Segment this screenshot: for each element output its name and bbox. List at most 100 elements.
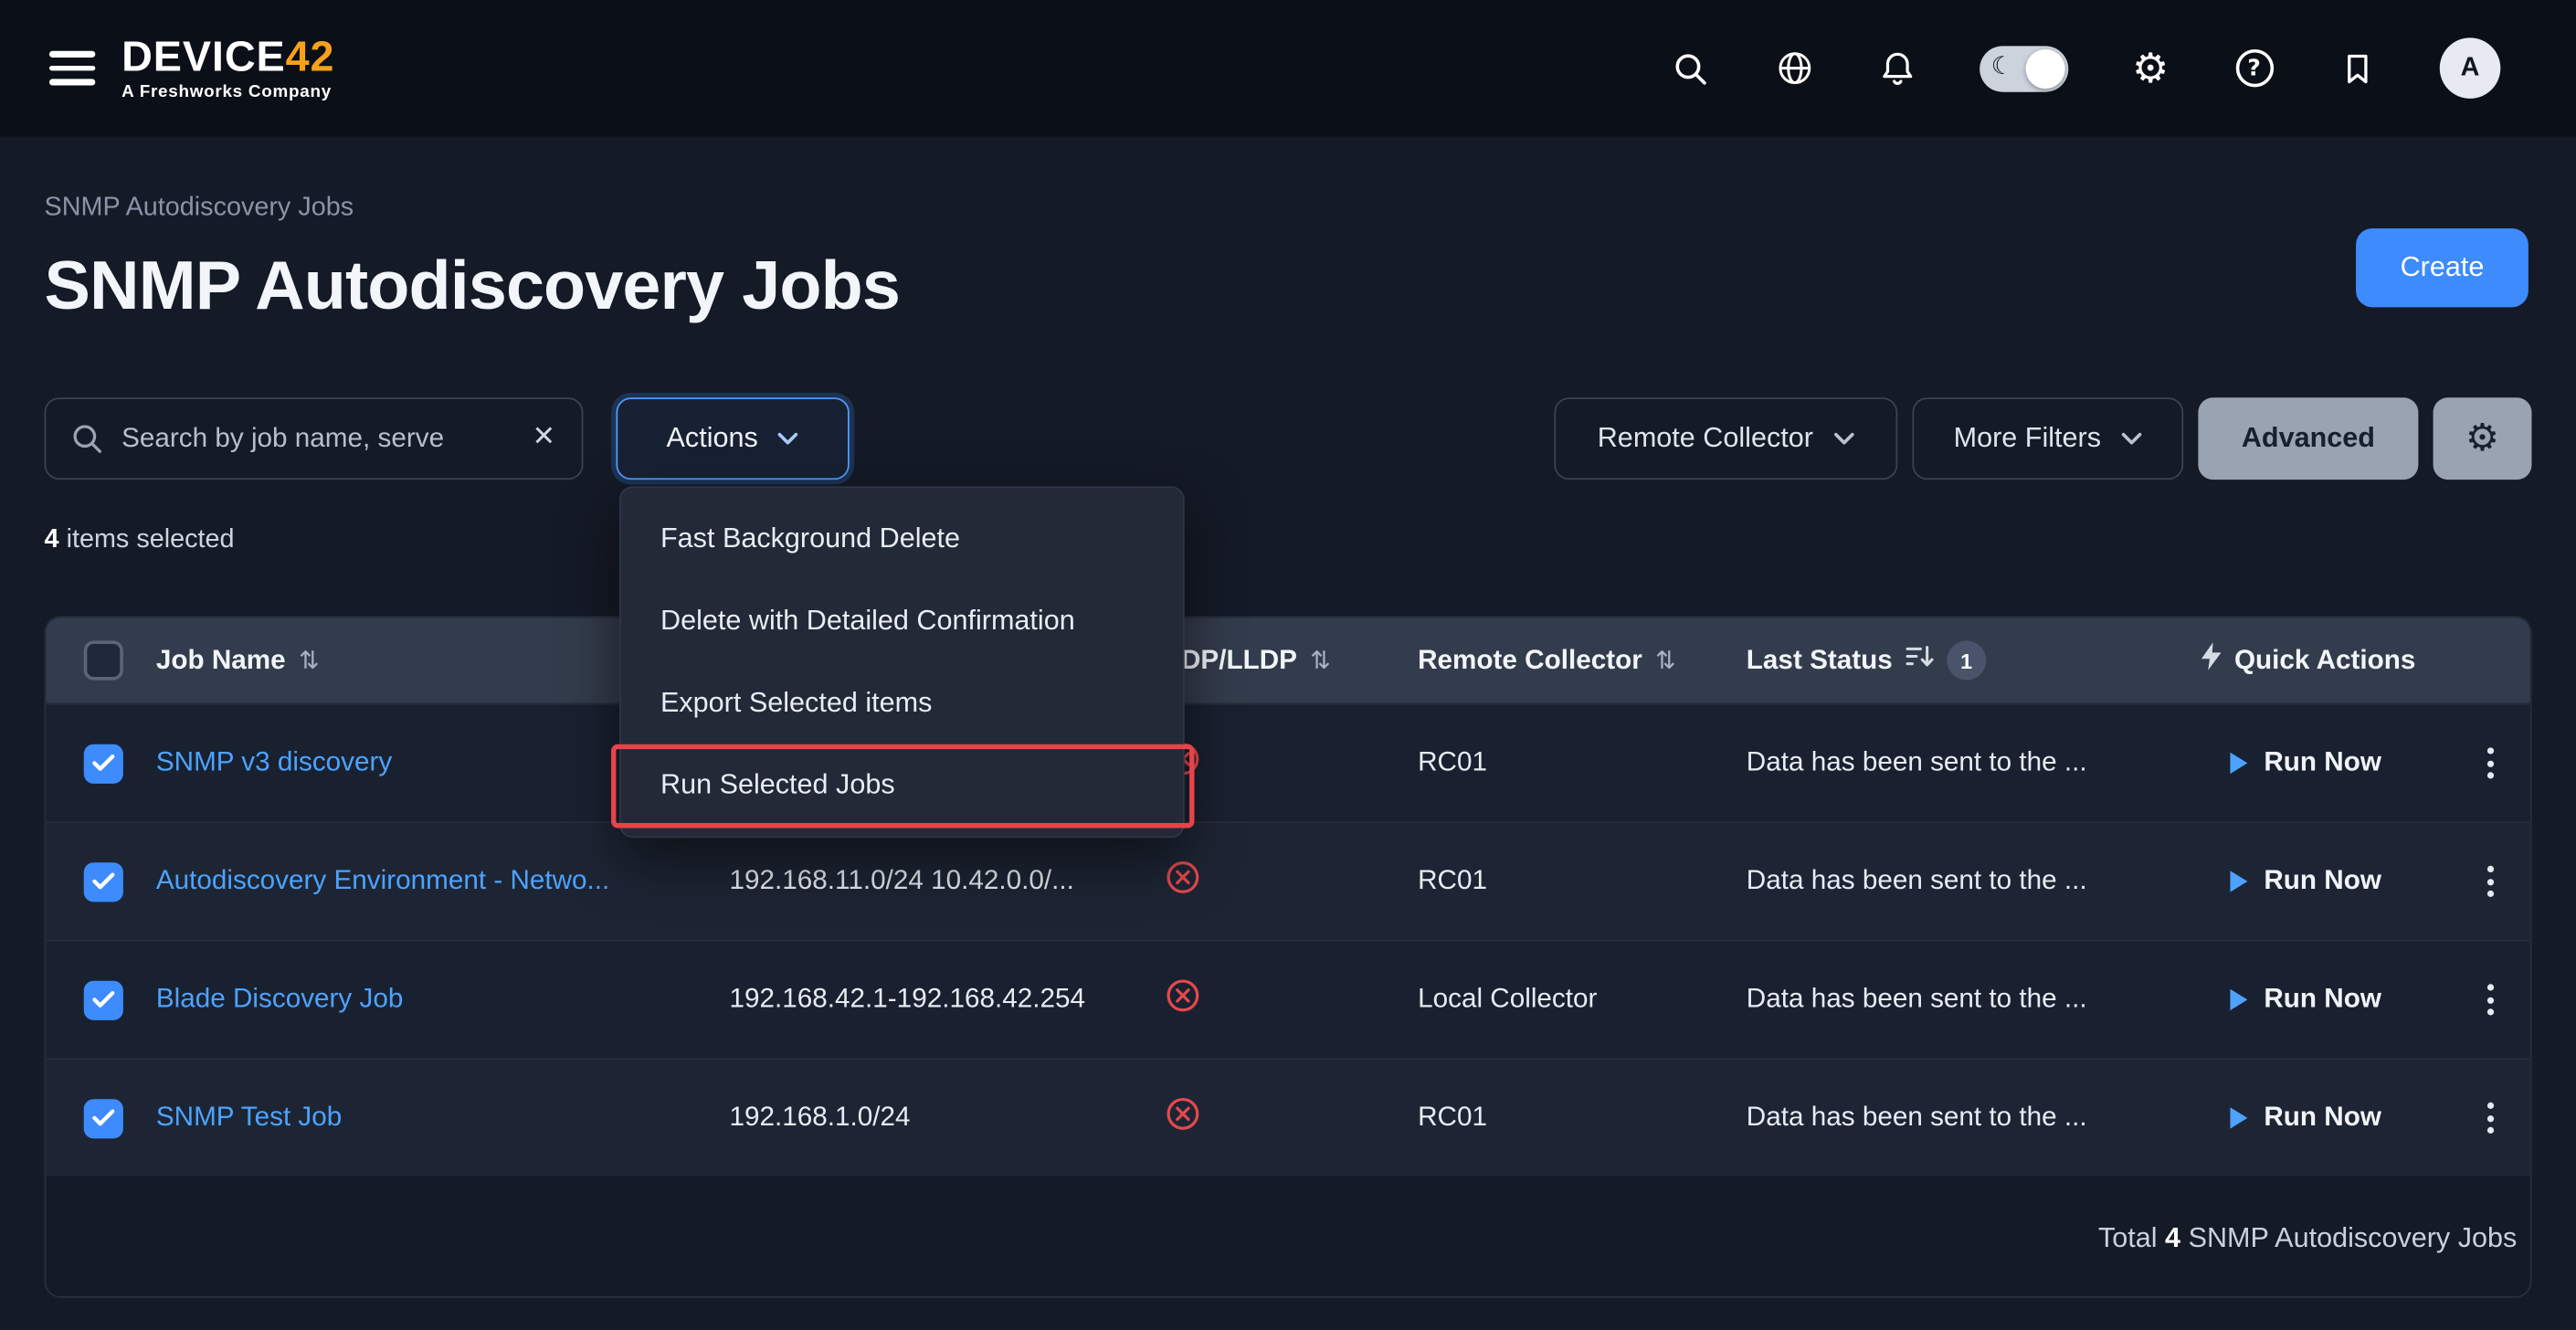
row-menu-kebab-icon[interactable] xyxy=(2481,860,2501,904)
search-icon xyxy=(69,420,106,465)
hamburger-menu-icon[interactable] xyxy=(49,51,95,85)
advanced-button[interactable]: Advanced xyxy=(2198,397,2418,480)
row-checkbox[interactable] xyxy=(84,1098,123,1137)
brand-name: DEVICE xyxy=(121,32,286,81)
brand-logo: DEVICE42 A Freshworks Company xyxy=(121,35,334,101)
header-quick-actions-label: Quick Actions xyxy=(2234,645,2415,676)
menu-item-delete-with-confirmation[interactable]: Delete with Detailed Confirmation xyxy=(621,580,1183,662)
globe-icon[interactable] xyxy=(1773,47,1816,90)
actions-label: Actions xyxy=(667,422,758,455)
network-cell: 192.168.42.1-192.168.42.254 xyxy=(730,984,1162,1015)
selection-label: items selected xyxy=(59,526,235,554)
settings-gear-icon[interactable] xyxy=(2129,47,2172,90)
menu-item-export-selected[interactable]: Export Selected items xyxy=(621,662,1183,744)
header-quick-actions: Quick Actions xyxy=(2200,642,2529,679)
row-menu-kebab-icon[interactable] xyxy=(2481,741,2501,786)
table-row: Blade Discovery Job 192.168.42.1-192.168… xyxy=(46,940,2529,1058)
table-row: SNMP Test Job 192.168.1.0/24 RC01 Data h… xyxy=(46,1058,2529,1176)
last-status-cell: Data has been sent to the ... xyxy=(1747,747,2200,778)
chevron-down-icon xyxy=(777,432,798,445)
cdp-lldp-cell xyxy=(1162,741,1419,786)
row-checkbox[interactable] xyxy=(84,744,123,783)
remote-collector-label: Remote Collector xyxy=(1598,422,1813,455)
table-footer-total: Total 4 SNMP Autodiscovery Jobs xyxy=(46,1177,2529,1298)
notifications-bell-icon[interactable] xyxy=(1876,47,1919,90)
remote-collector-cell: RC01 xyxy=(1418,1103,1747,1134)
total-prefix: Total xyxy=(2098,1221,2165,1254)
page-title: SNMP Autodiscovery Jobs xyxy=(45,247,900,325)
more-filters-dropdown[interactable]: More Filters xyxy=(1912,397,2183,480)
last-status-cell: Data has been sent to the ... xyxy=(1747,866,2200,897)
top-navbar: DEVICE42 A Freshworks Company A xyxy=(0,0,2576,136)
run-now-button[interactable]: Run Now xyxy=(2228,866,2381,897)
actions-dropdown-button[interactable]: Actions xyxy=(616,397,849,480)
header-last-status[interactable]: Last Status 1 xyxy=(1747,640,2200,680)
run-now-label: Run Now xyxy=(2264,747,2381,778)
table-row: SNMP v3 discovery RC01 Data has been sen… xyxy=(46,703,2529,821)
cdp-lldp-cell xyxy=(1162,977,1419,1022)
total-suffix: SNMP Autodiscovery Jobs xyxy=(2180,1221,2517,1254)
run-now-button[interactable]: Run Now xyxy=(2228,984,2381,1015)
toolbar-right: Remote Collector More Filters Advanced xyxy=(1554,397,2531,480)
toggle-knob xyxy=(2026,48,2065,88)
app: DEVICE42 A Freshworks Company A xyxy=(0,0,2576,1330)
brand-accent: 42 xyxy=(286,32,335,81)
row-checkbox[interactable] xyxy=(84,980,123,1019)
header-last-status-label: Last Status xyxy=(1747,645,1893,676)
row-menu-kebab-icon[interactable] xyxy=(2481,977,2501,1022)
job-name-link[interactable]: Blade Discovery Job xyxy=(156,984,706,1015)
run-now-label: Run Now xyxy=(2264,866,2381,897)
create-button[interactable]: Create xyxy=(2356,228,2528,307)
sort-icon xyxy=(1655,646,1676,675)
run-now-button[interactable]: Run Now xyxy=(2228,747,2381,778)
actions-dropdown-menu: Fast Background Delete Delete with Detai… xyxy=(619,486,1185,838)
run-now-button[interactable]: Run Now xyxy=(2228,1103,2381,1134)
selection-summary: 4 items selected xyxy=(45,526,235,555)
breadcrumb[interactable]: SNMP Autodiscovery Jobs xyxy=(45,194,354,223)
sort-icon xyxy=(299,646,320,675)
user-avatar[interactable]: A xyxy=(2440,37,2501,99)
theme-toggle[interactable] xyxy=(1980,45,2068,90)
run-now-label: Run Now xyxy=(2264,1103,2381,1134)
jobs-table: Job Name CDP/LLDP Remote Collector Last … xyxy=(45,616,2532,1297)
job-name-link[interactable]: Autodiscovery Environment - Netwo... xyxy=(156,866,706,897)
clear-search-icon[interactable] xyxy=(526,419,563,456)
menu-item-run-selected-jobs[interactable]: Run Selected Jobs xyxy=(621,744,1183,827)
total-count: 4 xyxy=(2165,1221,2180,1254)
search-input[interactable] xyxy=(45,397,584,480)
table-settings-button[interactable] xyxy=(2433,397,2532,480)
chevron-down-icon xyxy=(2121,432,2142,445)
remote-collector-cell: RC01 xyxy=(1418,866,1747,897)
sort-descending-icon xyxy=(1906,642,1934,679)
header-job-name-label: Job Name xyxy=(156,645,286,676)
search-box xyxy=(45,397,584,480)
bookmark-icon[interactable] xyxy=(2336,47,2379,90)
remote-collector-filter[interactable]: Remote Collector xyxy=(1554,397,1897,480)
row-menu-kebab-icon[interactable] xyxy=(2481,1096,2501,1141)
menu-item-label: Run Selected Jobs xyxy=(660,769,895,800)
table-row: Autodiscovery Environment - Netwo... 192… xyxy=(46,821,2529,939)
select-all-checkbox[interactable] xyxy=(84,640,123,680)
row-checkbox[interactable] xyxy=(84,861,123,901)
chevron-down-icon xyxy=(1833,432,1854,445)
gear-icon xyxy=(2465,417,2499,460)
last-status-cell: Data has been sent to the ... xyxy=(1747,984,2200,1015)
search-icon[interactable] xyxy=(1669,47,1712,90)
header-remote-collector[interactable]: Remote Collector xyxy=(1418,645,1747,676)
remote-collector-cell: Local Collector xyxy=(1418,984,1747,1015)
help-icon[interactable] xyxy=(2233,47,2275,90)
run-now-label: Run Now xyxy=(2264,984,2381,1015)
error-circle-icon xyxy=(1165,872,1201,902)
header-remote-collector-label: Remote Collector xyxy=(1418,645,1642,676)
network-cell: 192.168.1.0/24 xyxy=(730,1103,1162,1134)
selection-count: 4 xyxy=(45,526,59,554)
header-cdp-lldp[interactable]: CDP/LLDP xyxy=(1162,645,1419,676)
error-circle-icon xyxy=(1165,990,1201,1019)
error-circle-icon xyxy=(1165,1109,1201,1138)
cdp-lldp-cell xyxy=(1162,860,1419,904)
remote-collector-cell: RC01 xyxy=(1418,747,1747,778)
sort-priority-badge: 1 xyxy=(1947,640,1986,680)
table-header-row: Job Name CDP/LLDP Remote Collector Last … xyxy=(46,618,2529,703)
menu-item-fast-background-delete[interactable]: Fast Background Delete xyxy=(621,498,1183,580)
job-name-link[interactable]: SNMP Test Job xyxy=(156,1103,706,1134)
